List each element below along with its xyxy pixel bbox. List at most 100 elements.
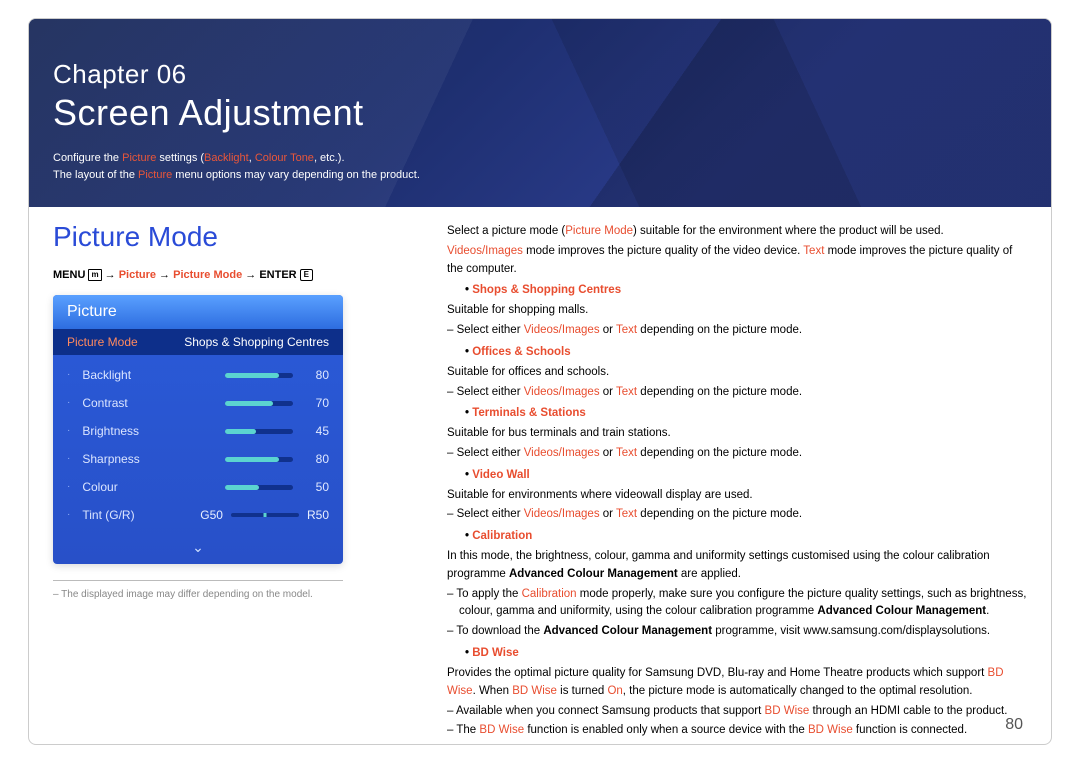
keyword-bd-wise: BD Wise [512, 685, 557, 697]
keyword-on: On [607, 685, 622, 697]
intro-2: Videos/Images mode improves the picture … [447, 243, 1027, 279]
page-border: Chapter 06 Screen Adjustment Configure t… [28, 18, 1052, 745]
osd-mode-row[interactable]: Picture Mode Shops & Shopping Centres [53, 329, 343, 355]
footnote-text: The displayed image may differ depending… [61, 589, 313, 600]
chapter-title: Screen Adjustment [53, 92, 1027, 134]
osd-mode-label: Picture Mode [67, 335, 138, 349]
dot-icon: · [67, 426, 70, 436]
slider-track[interactable] [231, 513, 299, 517]
keyword-picture: Picture [122, 152, 156, 164]
text: is turned [557, 685, 608, 697]
keyword-picture-mode: Picture Mode [565, 225, 633, 237]
chevron-down-icon[interactable]: ⌄ [53, 539, 343, 564]
dot-icon: · [67, 398, 70, 408]
keyword-bd-wise: BD Wise [808, 724, 853, 736]
osd-row-list: ·Backlight80 · Contrast 70 · Brightness 45 · Sha… [53, 355, 343, 539]
arrow: → [242, 269, 259, 281]
text: . [986, 605, 989, 617]
osd-title: Picture [53, 295, 343, 329]
mode-name: Terminals & Stations [472, 407, 586, 419]
text: settings ( [156, 152, 204, 164]
osd-row[interactable]: ·Colour50 [67, 473, 329, 501]
bdwise-dash-1: Available when you connect Samsung produ… [447, 703, 1027, 721]
text: The [456, 724, 479, 736]
osd-mode-value: Shops & Shopping Centres [184, 335, 329, 349]
text: To apply the [456, 588, 521, 600]
page-number: 80 [1005, 716, 1023, 734]
enter-icon: E [300, 269, 313, 281]
header-description: Configure the Picture settings (Backligh… [53, 150, 1027, 183]
right-column: Select a picture mode (Picture Mode) sui… [447, 221, 1027, 742]
mode-name: Shops & Shopping Centres [472, 284, 621, 296]
calibration-desc: In this mode, the brightness, colour, ga… [447, 548, 1027, 584]
keyword-calibration: Calibration [522, 588, 577, 600]
footnote: – The displayed image may differ dependi… [53, 589, 413, 600]
arrow: → [105, 269, 119, 281]
bullet-mode: Shops & Shopping Centres [465, 282, 1027, 300]
bullet-mode: Offices & Schools [465, 344, 1027, 362]
tint-slider[interactable]: G50R50 [200, 508, 329, 522]
mode-dash: Select either Videos/Images or Text depe… [447, 445, 1027, 463]
text: Configure the [53, 152, 122, 164]
keyword-picture: Picture [138, 169, 172, 181]
keyword-videos-images: Videos/Images [447, 245, 523, 257]
osd-row-value: 45 [301, 424, 329, 438]
text: are applied. [678, 568, 741, 580]
mode-desc: Suitable for offices and schools. [447, 364, 1027, 382]
text: Provides the optimal picture quality for… [447, 667, 988, 679]
mode-name: Offices & Schools [472, 346, 570, 358]
text: function is connected. [853, 724, 967, 736]
osd-row-value: 70 [301, 396, 329, 410]
osd-menu: Picture Picture Mode Shops & Shopping Ce… [53, 295, 343, 564]
osd-row-label: Brightness [82, 424, 217, 438]
tint-g-value: G50 [200, 508, 223, 522]
intro-1: Select a picture mode (Picture Mode) sui… [447, 223, 1027, 241]
nav-picture-mode: Picture Mode [173, 269, 242, 281]
osd-row[interactable]: · Brightness 45 [67, 417, 329, 445]
osd-row-value: 50 [301, 480, 329, 494]
divider [53, 580, 343, 581]
osd-row-label: Contrast [82, 396, 217, 410]
slider-track[interactable] [225, 373, 293, 378]
osd-row-label: Tint (G/R) [82, 508, 192, 522]
text: The layout of the [53, 169, 138, 181]
osd-row-value: 80 [301, 368, 329, 382]
nav-enter: ENTER [259, 269, 296, 281]
keyword-acm: Advanced Colour Management [817, 605, 986, 617]
text: function is enabled only when a source d… [524, 724, 808, 736]
calibration-dash-1: To apply the Calibration mode properly, … [447, 586, 1027, 622]
text: through an HDMI cable to the product. [809, 705, 1007, 717]
slider-track[interactable] [225, 401, 293, 406]
osd-row-tint[interactable]: · Tint (G/R) G50R50 [67, 501, 329, 529]
dot-icon: · [67, 454, 70, 464]
chapter-header: Chapter 06 Screen Adjustment Configure t… [29, 19, 1051, 207]
section-heading-picture-mode: Picture Mode [53, 221, 413, 253]
calibration-dash-2: To download the Advanced Colour Manageme… [447, 623, 1027, 641]
keyword-text: Text [803, 245, 824, 257]
bullet-calibration: Calibration [465, 528, 1027, 546]
page-body: Picture Mode MENU m → Picture → Picture … [29, 207, 1051, 742]
osd-row-label: Sharpness [82, 452, 217, 466]
left-column: Picture Mode MENU m → Picture → Picture … [53, 221, 413, 742]
menu-icon: m [88, 269, 101, 281]
mode-dash: Select either Videos/Images or Text depe… [447, 506, 1027, 524]
chapter-label: Chapter 06 [53, 59, 1027, 90]
dot-icon: · [67, 482, 70, 492]
mode-desc: Suitable for bus terminals and train sta… [447, 425, 1027, 443]
mode-desc: Suitable for environments where videowal… [447, 487, 1027, 505]
nav-picture: Picture [119, 269, 156, 281]
slider-track[interactable] [225, 485, 293, 490]
keyword-acm: Advanced Colour Management [543, 625, 712, 637]
keyword-acm: Advanced Colour Management [509, 568, 678, 580]
slider-track[interactable] [225, 429, 293, 434]
bullet-bd-wise: BD Wise [465, 645, 1027, 663]
slider-track[interactable] [225, 457, 293, 462]
osd-row[interactable]: · Contrast 70 [67, 389, 329, 417]
mode-name: Video Wall [472, 469, 530, 481]
text: Select a picture mode ( [447, 225, 565, 237]
bullet-mode: Terminals & Stations [465, 405, 1027, 423]
osd-row[interactable]: ·Backlight80 [67, 361, 329, 389]
osd-row[interactable]: · Sharpness 80 [67, 445, 329, 473]
osd-row-value: 80 [301, 452, 329, 466]
dot-icon: · [67, 510, 70, 520]
